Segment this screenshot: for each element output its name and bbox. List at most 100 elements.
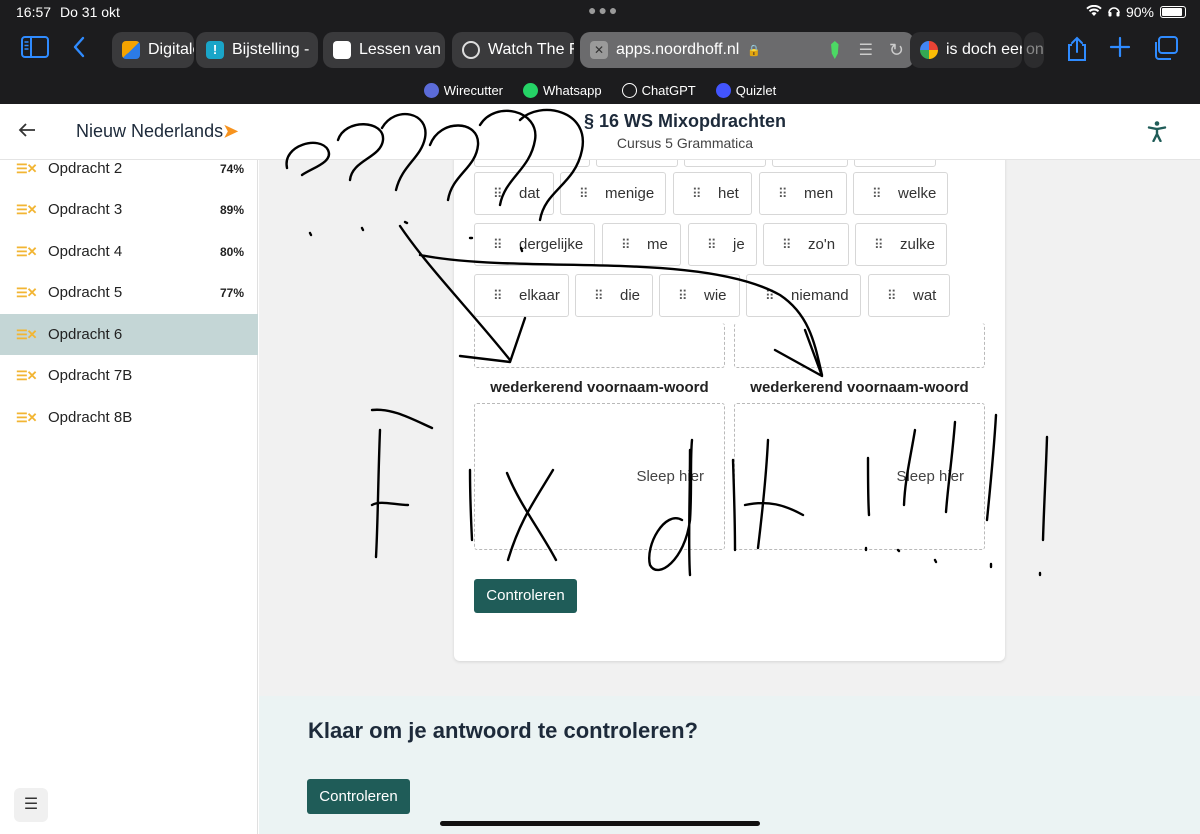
close-tab-icon[interactable]: ✕	[590, 41, 608, 59]
sidebar-item-opdracht-5[interactable]: ☰✕ Opdracht 5 77%	[0, 272, 258, 313]
word-chip[interactable]: ⠿ zulke	[855, 223, 947, 266]
status-bar: 16:57 Do 31 okt ●●● 90%	[0, 0, 1200, 24]
word-chip[interactable]: ⠿ men	[759, 172, 847, 215]
globe-icon	[462, 41, 480, 59]
word-chip[interactable]: ⠿ die	[575, 274, 653, 317]
word-chip[interactable]: ⠿dit	[772, 160, 848, 167]
page-title: § 16 WS Mixopdrachten	[583, 111, 787, 131]
drag-handle-icon[interactable]: ⠿	[678, 289, 690, 302]
word-chip[interactable]: ⠿ me	[602, 223, 681, 266]
back-arrow-icon[interactable]	[18, 118, 36, 144]
drag-handle-icon[interactable]: ⠿	[579, 187, 591, 200]
drag-handle-icon[interactable]: ⠿	[707, 238, 719, 251]
google-icon	[920, 41, 938, 59]
tab-favicon-icon: !	[206, 41, 224, 59]
word-chip[interactable]: ⠿ zo'n	[763, 223, 849, 266]
word-chip[interactable]: ⠿ niemand	[746, 274, 861, 317]
word-chip[interactable]: ⠿ je	[688, 223, 757, 266]
drag-handle-icon[interactable]: ⠿	[493, 238, 505, 251]
sidebar-toggle-icon[interactable]	[20, 36, 50, 64]
word-chip-label: welke	[898, 185, 937, 202]
drag-handle-icon[interactable]: ⠿	[782, 238, 794, 251]
browser-tab[interactable]: Lessen van	[323, 32, 445, 68]
footer-check-button[interactable]: Controleren	[307, 779, 410, 814]
word-chip[interactable]: ⠿zelf	[684, 160, 766, 167]
sidebar-item-opdracht-2[interactable]: ☰✕ Opdracht 2 74%	[0, 148, 258, 189]
favorite-label: Whatsapp	[543, 82, 602, 98]
address-url[interactable]: apps.noordhoff.nl	[616, 41, 739, 59]
drag-handle-icon[interactable]: ⠿	[493, 289, 505, 302]
word-chip[interactable]: ⠿ elkaar	[474, 274, 569, 317]
web-app: Nieuw Nederlands➤ § 16 WS Mixopdrachten …	[0, 104, 1200, 834]
drop-zone-left[interactable]: Sleep hier	[474, 403, 725, 550]
drag-handle-icon[interactable]: ⠿	[872, 187, 884, 200]
share-icon[interactable]	[1062, 36, 1092, 64]
tab-title: Digitale	[148, 41, 194, 58]
multitasking-dots-icon[interactable]: ●●●	[588, 2, 619, 18]
favorite-chatgpt[interactable]: ChatGPT	[621, 82, 696, 98]
whatsapp-icon	[523, 82, 539, 98]
drag-handle-icon[interactable]: ⠿	[874, 238, 886, 251]
page-title-block: § 16 WS Mixopdrachten Cursus 5 Grammatic…	[485, 111, 885, 151]
battery-icon	[1160, 6, 1186, 18]
collapse-menu-button[interactable]: ☰	[14, 788, 48, 822]
sidebar-item-opdracht-8b[interactable]: ☰✕ Opdracht 8B	[0, 397, 258, 438]
chatgpt-icon	[621, 82, 637, 98]
tab-title: is doch een	[946, 41, 1022, 58]
tab-title: Watch The F	[488, 41, 574, 58]
new-tab-icon[interactable]	[1105, 36, 1135, 64]
word-chip-label: me	[647, 236, 668, 253]
word-chip[interactable]: ⠿iedereen	[474, 160, 590, 167]
drop-zone-right[interactable]: Sleep hier	[734, 403, 985, 550]
drag-handle-icon[interactable]: ⠿	[493, 187, 505, 200]
favorites-bar: Wirecutter Whatsapp ChatGPT Quizlet	[0, 76, 1200, 104]
word-chip[interactable]: ⠿ wat	[868, 274, 950, 317]
drag-handle-icon[interactable]: ⠿	[594, 289, 606, 302]
tabs-overview-icon[interactable]	[1150, 36, 1180, 64]
word-chip[interactable]: ⠿iets	[854, 160, 936, 167]
accessibility-icon[interactable]	[1146, 120, 1168, 143]
favorite-whatsapp[interactable]: Whatsapp	[523, 82, 602, 98]
sidebar-item-opdracht-4[interactable]: ☰✕ Opdracht 4 80%	[0, 231, 258, 272]
word-chip[interactable]: ⠿ dergelijke	[474, 223, 595, 266]
sidebar-item-opdracht-3[interactable]: ☰✕ Opdracht 3 89%	[0, 189, 258, 230]
browser-tab[interactable]: Digitale	[112, 32, 194, 68]
browser-tab[interactable]: ! Bijstelling -	[196, 32, 318, 68]
drag-handle-icon[interactable]: ⠿	[778, 187, 790, 200]
browser-back-icon[interactable]	[64, 36, 94, 64]
drop-zone[interactable]	[474, 323, 725, 368]
sidebar-item-opdracht-6[interactable]: ☰✕ Opdracht 6	[0, 314, 258, 355]
favorite-quizlet[interactable]: Quizlet	[715, 82, 776, 98]
quizlet-icon	[715, 82, 731, 98]
browser-tab-active-address[interactable]: ✕ apps.noordhoff.nl 🔒 ☰ ↻	[580, 32, 914, 68]
word-chip[interactable]: ⠿ menige	[560, 172, 666, 215]
drag-handle-icon[interactable]: ⠿	[887, 289, 899, 302]
browser-tab[interactable]: oni	[1024, 32, 1044, 68]
word-chip-label: dat	[519, 185, 540, 202]
drag-handle-icon[interactable]: ⠿	[765, 289, 777, 302]
drop-zone[interactable]	[734, 323, 985, 368]
word-chip-label: menige	[605, 185, 655, 202]
headphones-icon	[1108, 4, 1120, 20]
browser-tab[interactable]: is doch een	[910, 32, 1022, 68]
sidebar-item-opdracht-7b[interactable]: ☰✕ Opdracht 7B	[0, 355, 258, 396]
word-chip[interactable]: ⠿ het	[673, 172, 752, 215]
word-chip[interactable]: ⠿ welke	[853, 172, 948, 215]
home-indicator[interactable]	[440, 821, 760, 826]
drag-handle-icon[interactable]: ⠿	[692, 187, 704, 200]
shield-icon[interactable]	[831, 41, 839, 59]
browser-tab[interactable]: Watch The F	[452, 32, 574, 68]
word-chip-label: zo'n	[808, 236, 836, 253]
favorite-wirecutter[interactable]: Wirecutter	[423, 82, 503, 98]
word-chip[interactable]: ⠿ dat	[474, 172, 554, 215]
sidebar-item-score: 89%	[219, 202, 244, 217]
tab-title: Lessen van	[359, 41, 441, 58]
word-chip[interactable]: ⠿ons	[596, 160, 678, 167]
check-answer-button[interactable]: Controleren	[474, 579, 577, 613]
drag-handle-icon[interactable]: ⠿	[621, 238, 633, 251]
reader-icon[interactable]: ☰	[859, 40, 873, 60]
word-chip[interactable]: ⠿ wie	[659, 274, 740, 317]
reload-icon[interactable]: ↻	[889, 40, 904, 61]
brand-logo[interactable]: Nieuw Nederlands➤	[76, 121, 238, 142]
word-chip-label: elkaar	[519, 287, 560, 304]
